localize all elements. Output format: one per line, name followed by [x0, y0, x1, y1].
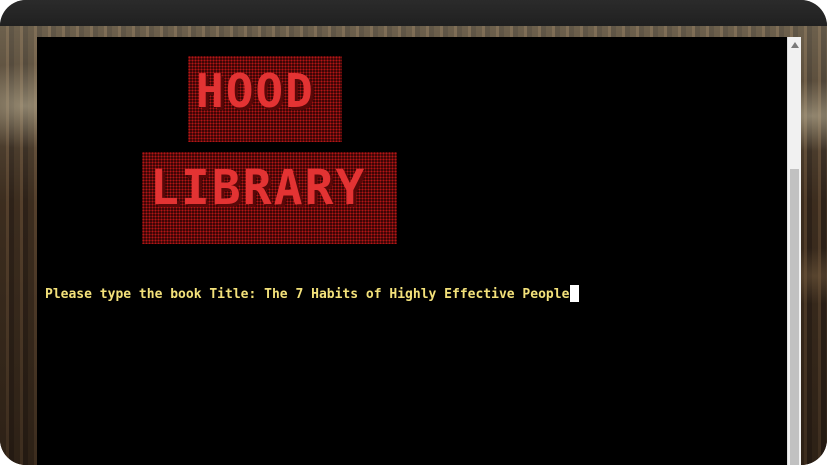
title-prompt-line: Please type the book Title: The 7 Habits… [45, 285, 580, 302]
vertical-scrollbar[interactable] [787, 37, 801, 465]
scroll-up-button[interactable] [788, 37, 801, 53]
arrow-up-icon [790, 42, 799, 48]
window-top-bar [0, 0, 827, 26]
hood-library-logo: HOOD LIBRARY [142, 56, 397, 246]
logo-word-hood: HOOD [196, 64, 315, 118]
title-input-text[interactable]: The 7 Habits of Highly Effective People [264, 287, 569, 302]
scrollbar-thumb[interactable] [790, 169, 799, 465]
logo-word-library: LIBRARY [150, 160, 367, 216]
text-cursor [570, 285, 580, 302]
prompt-label: Please type the book Title: [45, 287, 265, 302]
app-window: HOOD LIBRARY Please type the book Title:… [0, 0, 827, 465]
terminal-screen[interactable]: HOOD LIBRARY Please type the book Title:… [37, 37, 787, 465]
